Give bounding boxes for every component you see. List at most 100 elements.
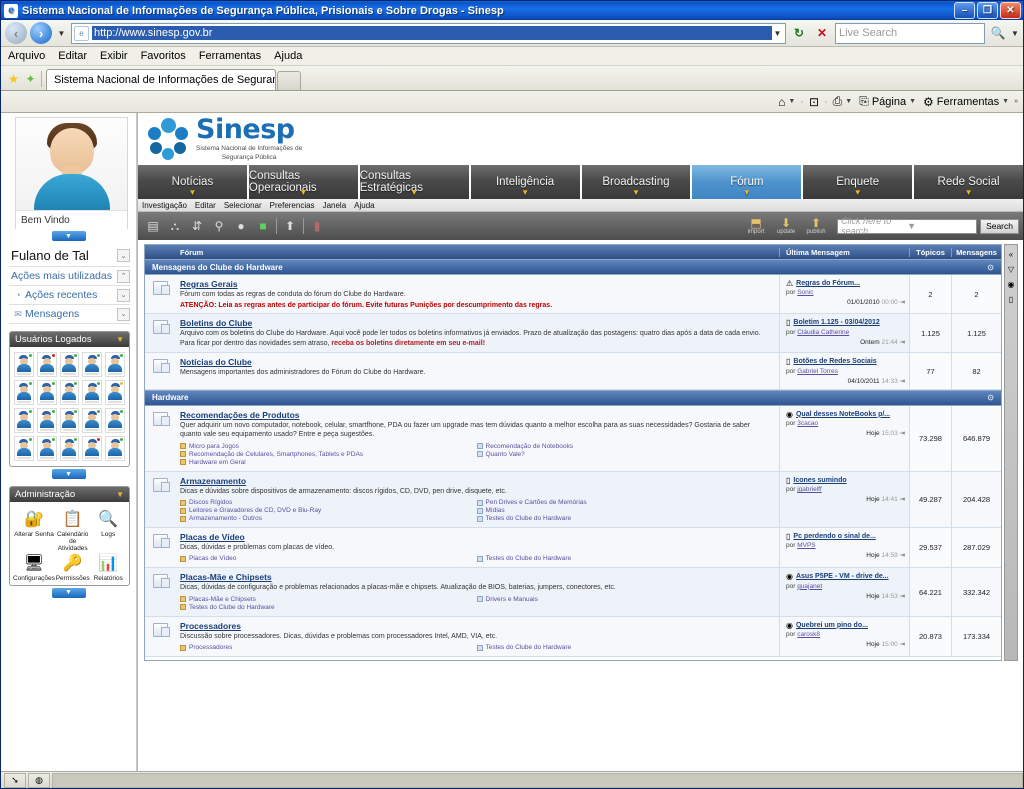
forum-title-link[interactable]: Boletins do Clube bbox=[180, 318, 773, 328]
search-dropdown-icon[interactable]: ▼ bbox=[1011, 29, 1019, 38]
menu-item-ajuda[interactable]: Ajuda bbox=[274, 50, 302, 62]
tab-rede-social[interactable]: Rede Social ▼ bbox=[914, 165, 1023, 199]
tab-inteligência[interactable]: Inteligência ▼ bbox=[470, 165, 582, 199]
sidebar-item-acoes-recentes[interactable]: ◔ Ações recentes ⌄ bbox=[9, 286, 130, 305]
update-button[interactable]: ⬇ update bbox=[771, 217, 801, 235]
logged-user-avatar[interactable] bbox=[105, 436, 125, 461]
forum-row[interactable]: Regras Gerais Fórum com todas as regras d… bbox=[145, 275, 1001, 315]
subforum-link[interactable]: Processadores bbox=[180, 644, 477, 651]
restore-button[interactable]: ❐ bbox=[977, 2, 998, 19]
logged-user-avatar[interactable] bbox=[105, 380, 125, 405]
forum-row[interactable]: Placas de Vídeo Dicas, dúvidas e problema… bbox=[145, 528, 1001, 569]
tab-broadcasting[interactable]: Broadcasting ▼ bbox=[581, 165, 693, 199]
forum-row[interactable]: Armazenamento Dicas e dúvidas sobre dispo… bbox=[145, 471, 1001, 529]
forum-title-link[interactable]: Placas de Vídeo bbox=[180, 532, 773, 542]
comment-icon[interactable]: ● bbox=[230, 215, 252, 237]
print-button[interactable]: ⎙ ▼ bbox=[831, 94, 855, 109]
logged-user-avatar[interactable] bbox=[59, 352, 80, 377]
subforum-link[interactable]: Mídias bbox=[476, 507, 774, 514]
section-icon[interactable]: ⊙ bbox=[987, 393, 994, 402]
admin-item-alterar-senha[interactable]: 🔐 Alterar Senha bbox=[13, 508, 55, 552]
forum-row[interactable]: Processadores Discussão sobre processador… bbox=[145, 616, 1001, 658]
logged-user-avatar[interactable] bbox=[82, 352, 103, 377]
new-tab-button[interactable] bbox=[277, 71, 301, 90]
author-link[interactable]: 3cacao bbox=[797, 420, 818, 427]
tab-notícias[interactable]: Notícias ▼ bbox=[138, 165, 249, 199]
forum-title-link[interactable]: Placas-Mãe e Chipsets bbox=[180, 572, 773, 582]
logged-user-avatar[interactable] bbox=[59, 408, 80, 433]
author-link[interactable]: Cláudia Catherine bbox=[797, 329, 849, 336]
subforum-link[interactable]: Discos Rígidos bbox=[180, 499, 477, 506]
author-link[interactable]: carosk8 bbox=[797, 631, 820, 638]
collapse-icon[interactable]: ▼ bbox=[116, 335, 124, 344]
feeds-button[interactable]: ⊡ bbox=[807, 95, 821, 109]
home-button[interactable]: ⌂ ▼ bbox=[776, 95, 797, 109]
subforum-link[interactable]: Placas-Mãe e Chipsets bbox=[180, 596, 477, 603]
logged-user-avatar[interactable] bbox=[105, 408, 125, 433]
last-message-title[interactable]: Quebrei um pino do... bbox=[796, 622, 868, 630]
forum-row[interactable]: Placas-Mãe e Chipsets Dicas, dúvidas de c… bbox=[145, 568, 1001, 617]
logged-user-avatar[interactable] bbox=[36, 352, 57, 377]
forum-title-link[interactable]: Notícias do Clube bbox=[180, 357, 773, 367]
forum-desc-highlight[interactable]: receba os boletins diretamente em seu e-… bbox=[331, 340, 485, 347]
app-menu-janela[interactable]: Janela bbox=[323, 201, 347, 210]
admin-item-permiss-es[interactable]: 🔑 Permissões bbox=[55, 552, 91, 582]
close-button[interactable]: ✕ bbox=[1000, 2, 1021, 19]
url-bar[interactable]: e http://www.sinesp.gov.br ▼ bbox=[71, 22, 786, 44]
app-menu-preferencias[interactable]: Preferencias bbox=[270, 201, 315, 210]
sidebar-item-acoes-mais-utilizadas[interactable]: Ações mais utilizadas ⌃ bbox=[9, 267, 130, 286]
forum-row[interactable]: Boletins do Clube Arquivo com os boletins… bbox=[145, 314, 1001, 354]
users-panel-collapse-button[interactable]: ▼ bbox=[51, 469, 86, 479]
url-dropdown-icon[interactable]: ▼ bbox=[772, 29, 783, 38]
chevron-down-icon[interactable]: ⌄ bbox=[117, 249, 130, 262]
admin-item-configura-es[interactable]: 🖥 Configurações bbox=[13, 552, 55, 582]
chevron-up-icon[interactable]: ⌃ bbox=[117, 269, 130, 283]
subforum-link[interactable]: Testes do Clube do Hardware bbox=[476, 644, 774, 651]
subforum-link[interactable]: Testes do Clube do Hardware bbox=[476, 515, 774, 522]
sidebar-item-mensagens[interactable]: ✉ Mensagens ⌄ bbox=[9, 305, 130, 324]
globe-icon[interactable]: ◍ bbox=[28, 772, 50, 788]
page-menu-button[interactable]: ⎘ Página ▼ bbox=[857, 94, 918, 109]
tab-fórum[interactable]: Fórum ▼ bbox=[692, 165, 804, 199]
chevron-down-icon[interactable]: ▼ bbox=[788, 98, 795, 105]
chevron-down-icon[interactable]: ▼ bbox=[845, 98, 852, 105]
subforum-link[interactable]: Micro para Jogos bbox=[180, 443, 477, 450]
admin-item-relat-rios[interactable]: 📊 Relatórios bbox=[90, 552, 126, 582]
subforum-link[interactable]: Recomendação de Celulares, Smartphones, … bbox=[180, 451, 477, 458]
favorites-star-icon[interactable]: ★ bbox=[5, 68, 22, 90]
avatar-collapse-button[interactable]: ▼ bbox=[51, 231, 86, 241]
chevron-down-icon[interactable]: ⌄ bbox=[117, 288, 130, 302]
logged-user-avatar[interactable] bbox=[59, 436, 80, 461]
app-menu-ajuda[interactable]: Ajuda bbox=[354, 201, 374, 210]
forum-search-input[interactable]: Click here to search ▼ bbox=[837, 216, 978, 236]
subforum-link[interactable]: Armazenamento - Outros bbox=[180, 515, 477, 522]
author-link[interactable]: MVPS bbox=[797, 542, 815, 549]
logged-user-avatar[interactable] bbox=[36, 380, 57, 405]
forum-row[interactable]: Recomendações de Produtos Quer adquirir u… bbox=[145, 405, 1001, 472]
subforum-link[interactable]: Hardware em Geral bbox=[180, 459, 477, 466]
account-name-row[interactable]: Fulano de Tal ⌄ bbox=[9, 245, 130, 267]
import-button[interactable]: ⬒ import bbox=[741, 217, 771, 235]
logged-user-avatar[interactable] bbox=[82, 436, 103, 461]
forum-title-link[interactable]: Processadores bbox=[180, 621, 773, 631]
last-message-title[interactable]: Asus P5PE - VM - drive de... bbox=[796, 573, 889, 581]
last-message-title[interactable]: Boletim 1.125 - 03/04/2012 bbox=[793, 319, 879, 327]
logged-user-avatar[interactable] bbox=[36, 436, 57, 461]
minimize-button[interactable]: – bbox=[954, 2, 975, 19]
menu-item-editar[interactable]: Editar bbox=[58, 50, 87, 62]
chevron-down-icon[interactable]: ▼ bbox=[909, 98, 916, 105]
tab-consultas-estratégicas[interactable]: Consultas Estratégicas ▼ bbox=[359, 165, 471, 199]
browser-tab[interactable]: Sistema Nacional de Informações de Segur… bbox=[46, 69, 276, 90]
subforum-link[interactable]: Recomendação de Notebooks bbox=[476, 443, 774, 450]
chevron-down-icon[interactable]: ▼ bbox=[907, 221, 973, 231]
last-message-title[interactable]: Icones sumindo bbox=[793, 477, 846, 485]
menu-item-ferramentas[interactable]: Ferramentas bbox=[199, 50, 261, 62]
admin-item-logs[interactable]: 🔍 Logs bbox=[90, 508, 126, 552]
logged-user-avatar[interactable] bbox=[36, 408, 57, 433]
forum-search-button[interactable]: Search bbox=[980, 218, 1019, 234]
last-message-title[interactable]: Qual desses NoteBooks p/... bbox=[796, 411, 890, 419]
history-dropdown-icon[interactable]: ▼ bbox=[55, 29, 68, 38]
document-icon[interactable]: ▤ bbox=[142, 215, 164, 237]
logged-user-avatar[interactable] bbox=[14, 352, 34, 377]
collapse-icon[interactable]: ▼ bbox=[116, 490, 124, 499]
